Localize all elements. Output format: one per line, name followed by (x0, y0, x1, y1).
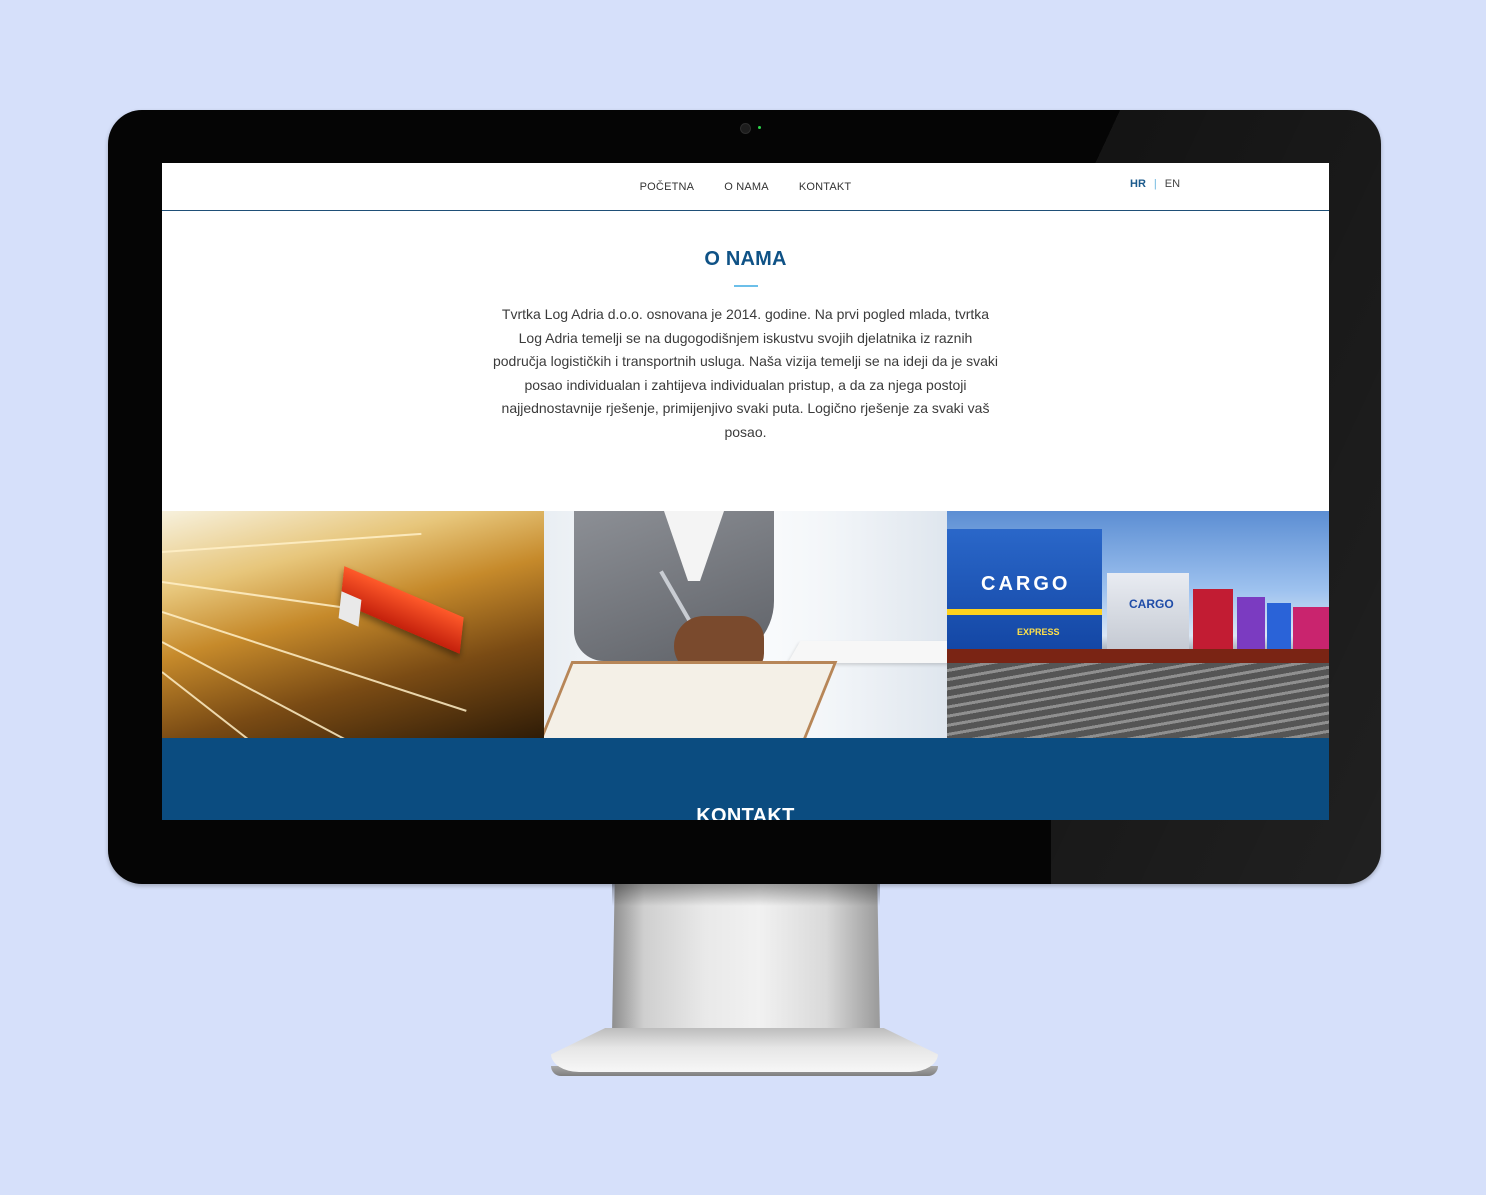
cargo-container-white: CARGO (1107, 573, 1189, 649)
contact-title: KONTAKT (696, 805, 795, 820)
top-navigation: POČETNA O NAMA KONTAKT HR | EN (162, 163, 1329, 211)
cargo-container-pink (1293, 607, 1329, 651)
website-screen: POČETNA O NAMA KONTAKT HR | EN O NAMA Tv… (162, 163, 1329, 820)
title-underline (733, 285, 758, 287)
cargo-container-blue-2 (1267, 603, 1291, 651)
highway-truck-photo (162, 511, 544, 738)
nav-link-o-nama[interactable]: O NAMA (724, 181, 769, 193)
lang-separator: | (1153, 178, 1157, 190)
language-switcher: HR | EN (1130, 178, 1180, 190)
camera-icon (740, 123, 751, 134)
nav-link-pocetna[interactable]: POČETNA (640, 181, 695, 193)
camera-led-icon (758, 126, 761, 129)
about-section: O NAMA Tvrtka Log Adria d.o.o. osnovana … (162, 211, 1329, 444)
lang-hr-link[interactable]: HR (1130, 178, 1146, 190)
monitor-foot (551, 1028, 938, 1072)
about-paragraph: Tvrtka Log Adria d.o.o. osnovana je 2014… (492, 306, 999, 440)
cargo-container-blue: CARGO EXPRESS (947, 529, 1102, 649)
keyboard (787, 641, 947, 663)
nav-link-kontakt[interactable]: KONTAKT (799, 181, 852, 193)
rail-tracks (947, 663, 1329, 738)
cargo-container-red (1193, 589, 1233, 651)
photo-strip: CARGO EXPRESS CARGO (162, 511, 1329, 738)
monitor-stand-shadow (612, 884, 880, 906)
cargo-train-photo: CARGO EXPRESS CARGO (947, 511, 1329, 738)
monitor-stand-neck (612, 884, 880, 1034)
cargo-express-label: EXPRESS (1017, 627, 1060, 637)
notebook (544, 661, 838, 738)
cargo-logo-small: CARGO (1129, 597, 1174, 611)
contact-section: KONTAKT (162, 738, 1329, 820)
nav-links: POČETNA O NAMA KONTAKT (640, 181, 852, 193)
about-title: O NAMA (704, 248, 787, 270)
lang-en-link[interactable]: EN (1165, 178, 1180, 190)
train-undercarriage (947, 649, 1329, 663)
office-writing-photo (544, 511, 947, 738)
cargo-logo: CARGO (981, 573, 1071, 595)
cargo-container-purple (1237, 597, 1265, 651)
